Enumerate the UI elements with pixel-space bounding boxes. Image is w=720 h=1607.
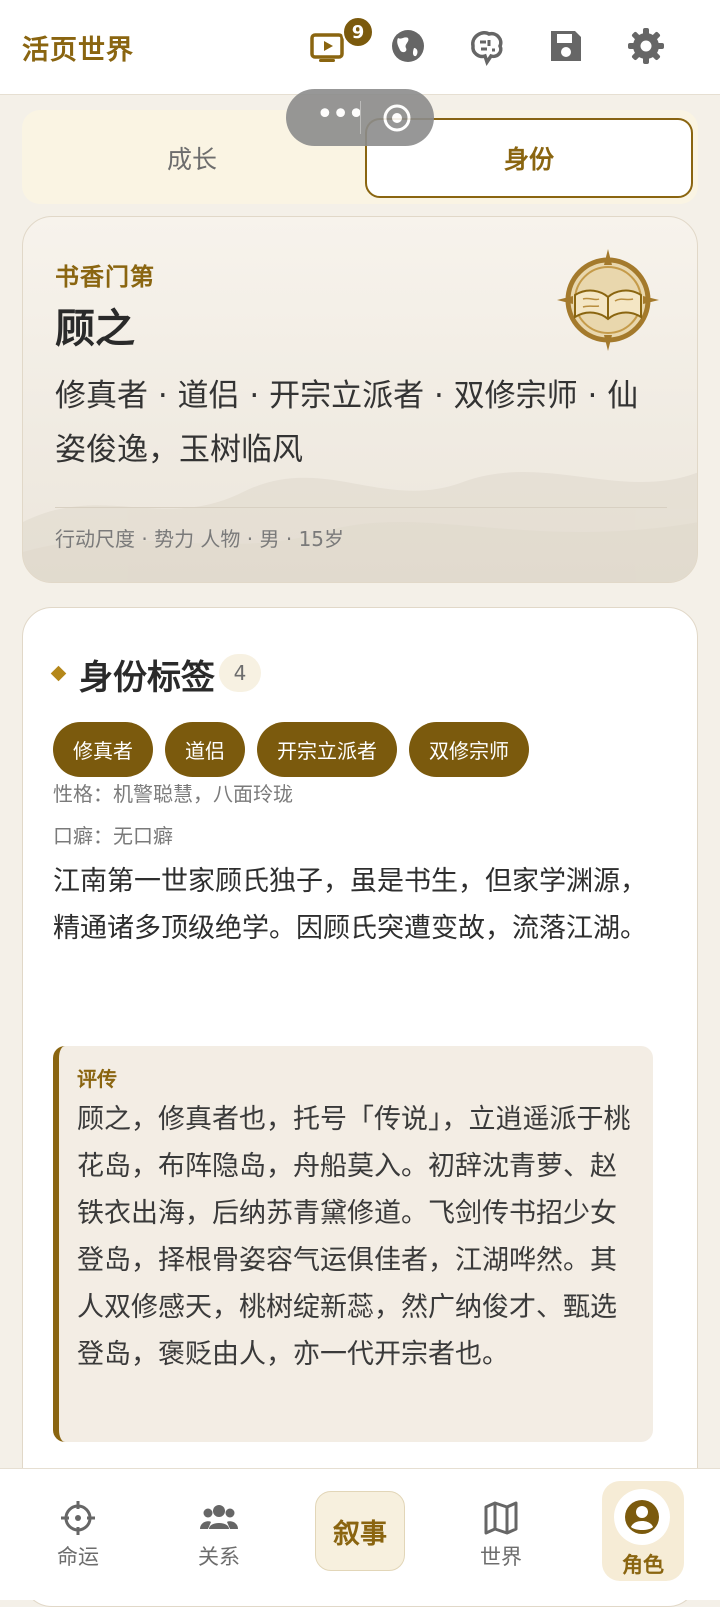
- nav-fate-label: 命运: [57, 1545, 99, 1569]
- brain-icon[interactable]: [467, 26, 507, 66]
- gear-icon[interactable]: [626, 26, 666, 66]
- personality-text: 性格：机警聪慧，八面玲珑: [53, 782, 293, 806]
- capsule-divider: [360, 101, 361, 134]
- character-description: 江南第一世家顾氏独子，虽是书生，但家学渊源，精通诸多顶级绝学。因顾氏突遭变故，流…: [53, 866, 647, 944]
- catchphrase-text: 口癖：无口癖: [53, 824, 173, 848]
- people-icon: [200, 1505, 238, 1529]
- family-label: 书香门第: [55, 263, 155, 291]
- tag-chip[interactable]: 开宗立派者: [257, 722, 397, 777]
- review-label: 评传: [77, 1067, 117, 1091]
- nav-fate[interactable]: 命运: [28, 1499, 128, 1579]
- save-icon[interactable]: [546, 26, 586, 66]
- user-circle-icon: [625, 1500, 659, 1534]
- nav-character[interactable]: 角色: [602, 1481, 684, 1581]
- app-title: 活页世界: [22, 35, 134, 66]
- review-text: 顾之，修真者也，托号「传说」，立逍遥派于桃花岛，布阵隐岛，舟船莫入。初辞沈青萝、…: [77, 1104, 631, 1370]
- nav-world-label: 世界: [480, 1545, 522, 1569]
- nav-relations[interactable]: 关系: [169, 1499, 269, 1579]
- mini-program-capsule: •••: [286, 89, 434, 146]
- notification-badge: 9: [342, 16, 374, 48]
- tag-chip[interactable]: 双修宗师: [409, 722, 529, 777]
- top-bar: 活页世界 9: [0, 0, 720, 95]
- identity-tags-card: 身份标签 4 修真者 道侣 开宗立派者 双修宗师 性格：机警聪慧，八面玲珑 口癖…: [22, 607, 698, 1607]
- profile-card: 书香门第 顾之 修真者 · 道侣 · 开宗立派者 · 双修宗师 · 仙姿俊逸，玉…: [22, 216, 698, 583]
- tag-chip[interactable]: 修真者: [53, 722, 153, 777]
- book-compass-emblem-icon: [553, 245, 663, 355]
- character-meta: 行动尺度 · 势力 人物 · 男 · 15岁: [55, 527, 345, 551]
- card-divider: [55, 507, 667, 508]
- crosshair-icon: [61, 1501, 95, 1535]
- nav-narrative[interactable]: 叙事: [315, 1491, 405, 1571]
- map-icon: [484, 1501, 518, 1535]
- nav-character-label: 角色: [622, 1553, 664, 1577]
- nav-relations-label: 关系: [198, 1545, 240, 1569]
- character-name: 顾之: [55, 306, 135, 352]
- diamond-bullet-icon: [50, 665, 67, 682]
- character-titles: 修真者 · 道侣 · 开宗立派者 · 双修宗师 · 仙姿俊逸，玉树临风: [55, 378, 639, 468]
- globe-icon[interactable]: [388, 26, 428, 66]
- nav-character-ring: [614, 1489, 670, 1545]
- tag-chip[interactable]: 道侣: [165, 722, 245, 777]
- tag-count-badge: 4: [219, 654, 261, 692]
- more-button[interactable]: •••: [316, 100, 365, 130]
- review-block: 评传 顾之，修真者也，托号「传说」，立逍遥派于桃花岛，布阵隐岛，舟船莫入。初辞沈…: [53, 1046, 653, 1442]
- bottom-navigation: 命运 关系 叙事 世界 角色: [0, 1468, 720, 1600]
- tag-chip-list: 修真者 道侣 开宗立派者 双修宗师: [53, 722, 529, 777]
- nav-world[interactable]: 世界: [451, 1499, 551, 1579]
- section-title: 身份标签: [79, 658, 215, 698]
- close-target-icon[interactable]: [382, 103, 412, 133]
